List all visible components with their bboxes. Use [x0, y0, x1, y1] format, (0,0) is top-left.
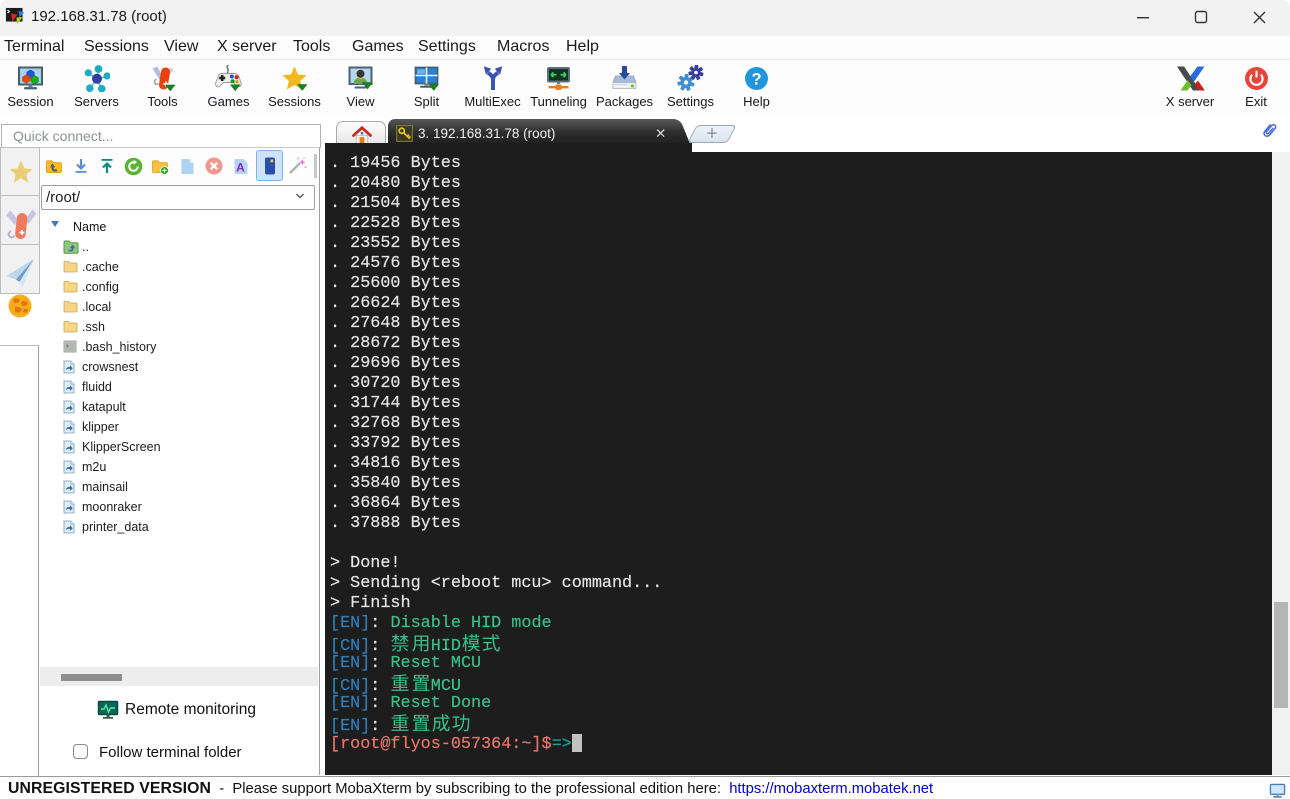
svg-text:A: A: [236, 160, 245, 174]
svg-text:?: ?: [751, 70, 761, 88]
